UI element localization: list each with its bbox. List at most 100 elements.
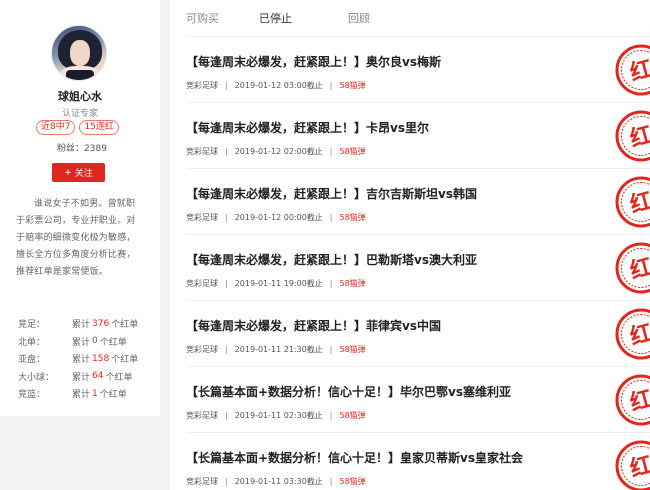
item-title[interactable]: 【长篇基本面+数据分析！信心十足！】毕尔巴鄂vs塞维利亚 (186, 383, 511, 400)
stat-label: 亚盘： (18, 355, 46, 366)
profile-name: 球姐心水 (58, 90, 102, 103)
item-title[interactable]: 【每逢周末必爆发，赶紧跟上！】奥尔良vs梅斯 (186, 53, 441, 70)
stats-list: 竞足： 累计 376 个红单 北单： 累计 0 个红单 亚盘： 累计 158 个… (18, 315, 148, 403)
item-meta: 竞彩足球 | 2019-01-11 03:30截止 | 58猫弹 (186, 477, 366, 486)
status-badge: 近8中7 (36, 120, 76, 135)
svg-text:红: 红 (627, 452, 650, 483)
stat-label: 北单： (18, 337, 46, 348)
item-price: 58猫弹 (339, 213, 366, 222)
stat-count: 0 (92, 336, 98, 347)
item-price: 58猫弹 (339, 345, 366, 354)
item-time: 2019-01-11 03:30截止 (234, 477, 323, 486)
avatar[interactable] (51, 25, 107, 81)
stat-suffix: 个红单 (99, 390, 127, 401)
item-title[interactable]: 【每逢周末必爆发，赶紧跟上！】巴勒斯塔vs澳大利亚 (186, 251, 477, 268)
stat-count: 158 (92, 353, 110, 364)
item-title[interactable]: 【每逢周末必爆发，赶紧跟上！】菲律宾vs中国 (186, 317, 441, 334)
tab-review[interactable]: 回顾 (348, 10, 370, 26)
item-time: 2019-01-11 19:00截止 (234, 279, 323, 288)
tab-available[interactable]: 可购买 (186, 10, 219, 26)
item-time: 2019-01-11 02:30截止 (234, 411, 323, 420)
badge-group: 近8中7 15连红 (36, 120, 119, 135)
svg-text:红: 红 (627, 320, 650, 351)
item-title[interactable]: 【每逢周末必爆发，赶紧跟上！】卡昂vs里尔 (186, 119, 429, 136)
bio-text: 谁说女子不如男。曾就职于彩票公司，专业并职业。对于赔率的细微变化极为敏感，擅长全… (16, 199, 136, 277)
item-price: 58猫弹 (339, 81, 366, 90)
item-price: 58猫弹 (339, 147, 366, 156)
item-meta: 竞彩足球 | 2019-01-11 19:00截止 | 58猫弹 (186, 279, 366, 288)
item-time: 2019-01-12 03:00截止 (234, 81, 323, 90)
stat-prefix: 累计 (72, 390, 91, 401)
fans-label: 粉丝： (57, 144, 85, 154)
stat-prefix: 累计 (72, 355, 91, 366)
svg-text:红: 红 (627, 188, 650, 219)
item-price: 58猫弹 (339, 411, 366, 420)
item-category: 竞彩足球 (186, 279, 218, 288)
plan-list: 【每逢周末必爆发，赶紧跟上！】奥尔良vs梅斯 竞彩足球 | 2019-01-12 … (170, 36, 650, 490)
red-stamp-icon: 红 (615, 44, 650, 96)
item-time: 2019-01-12 02:00截止 (234, 147, 323, 156)
stat-count: 376 (92, 318, 110, 329)
item-category: 竞彩足球 (186, 147, 218, 156)
item-category: 竞彩足球 (186, 477, 218, 486)
red-stamp-icon: 红 (615, 242, 650, 294)
stat-prefix: 累计 (72, 337, 91, 348)
stat-row: 北单： 累计 0 个红单 (18, 333, 148, 351)
list-item[interactable]: 【每逢周末必爆发，赶紧跟上！】菲律宾vs中国 竞彩足球 | 2019-01-11 … (186, 300, 650, 366)
item-meta: 竞彩足球 | 2019-01-12 00:00截止 | 58猫弹 (186, 213, 366, 222)
item-category: 竞彩足球 (186, 345, 218, 354)
red-stamp-icon: 红 (615, 110, 650, 162)
stat-prefix: 累计 (72, 320, 91, 331)
follow-label: 关注 (74, 169, 93, 179)
fans-number: 2389 (84, 144, 107, 154)
stat-count: 64 (92, 371, 104, 382)
list-item[interactable]: 【每逢周末必爆发，赶紧跟上！】卡昂vs里尔 竞彩足球 | 2019-01-12 0… (186, 102, 650, 168)
tab-stopped[interactable]: 已停止 (259, 10, 292, 26)
item-category: 竞彩足球 (186, 81, 218, 90)
stat-prefix: 累计 (72, 372, 91, 383)
red-stamp-icon: 红 (615, 374, 650, 426)
list-item[interactable]: 【每逢周末必爆发，赶紧跟上！】奥尔良vs梅斯 竞彩足球 | 2019-01-12 … (186, 36, 650, 102)
item-price: 58猫弹 (339, 477, 366, 486)
item-meta: 竞彩足球 | 2019-01-11 21:30截止 | 58猫弹 (186, 345, 366, 354)
list-item[interactable]: 【每逢周末必爆发，赶紧跟上！】巴勒斯塔vs澳大利亚 竞彩足球 | 2019-01-… (186, 234, 650, 300)
red-stamp-icon: 红 (615, 308, 650, 360)
red-stamp-icon: 红 (615, 176, 650, 228)
item-meta: 竞彩足球 | 2019-01-11 02:30截止 | 58猫弹 (186, 411, 366, 420)
svg-text:红: 红 (627, 56, 650, 87)
item-price: 58猫弹 (339, 279, 366, 288)
svg-text:红: 红 (627, 254, 650, 285)
profile-sidebar: 球姐心水 认证专家 近8中7 15连红 粉丝：2389 + 关注 谁说女子不如男… (0, 0, 160, 416)
item-category: 竞彩足球 (186, 213, 218, 222)
stat-row: 竞足： 累计 376 个红单 (18, 315, 148, 333)
stat-suffix: 个红单 (111, 320, 139, 331)
item-time: 2019-01-12 00:00截止 (234, 213, 323, 222)
svg-text:红: 红 (627, 386, 650, 417)
stat-label: 竞篮： (18, 390, 46, 401)
main-panel: 可购买 已停止 回顾 【每逢周末必爆发，赶紧跟上！】奥尔良vs梅斯 竞彩足球 | … (170, 0, 650, 490)
status-badge: 15连红 (79, 120, 119, 135)
item-category: 竞彩足球 (186, 411, 218, 420)
item-title[interactable]: 【每逢周末必爆发，赶紧跟上！】吉尔吉斯斯坦vs韩国 (186, 185, 477, 202)
item-title[interactable]: 【长篇基本面+数据分析！信心十足！】皇家贝蒂斯vs皇家社会 (186, 449, 523, 466)
item-time: 2019-01-11 21:30截止 (234, 345, 323, 354)
stat-count: 1 (92, 388, 98, 399)
tab-bar: 可购买 已停止 回顾 (170, 0, 650, 36)
stat-label: 大小球： (18, 372, 55, 383)
svg-text:红: 红 (627, 122, 650, 153)
item-meta: 竞彩足球 | 2019-01-12 02:00截止 | 58猫弹 (186, 147, 366, 156)
item-meta: 竞彩足球 | 2019-01-12 03:00截止 | 58猫弹 (186, 81, 366, 90)
list-item[interactable]: 【长篇基本面+数据分析！信心十足！】皇家贝蒂斯vs皇家社会 竞彩足球 | 2019… (186, 432, 650, 490)
follow-button[interactable]: + 关注 (52, 163, 105, 182)
red-stamp-icon: 红 (615, 440, 650, 490)
verify-label: 认证专家 (61, 109, 98, 119)
list-item[interactable]: 【每逢周末必爆发，赶紧跟上！】吉尔吉斯斯坦vs韩国 竞彩足球 | 2019-01-… (186, 168, 650, 234)
stat-suffix: 个红单 (105, 372, 133, 383)
stat-suffix: 个红单 (99, 337, 127, 348)
stat-suffix: 个红单 (111, 355, 139, 366)
fans-count: 粉丝：2389 (57, 141, 107, 154)
list-item[interactable]: 【长篇基本面+数据分析！信心十足！】毕尔巴鄂vs塞维利亚 竞彩足球 | 2019-… (186, 366, 650, 432)
stat-row: 亚盘： 累计 158 个红单 (18, 350, 148, 368)
plus-icon: + (64, 167, 72, 178)
stat-row: 大小球： 累计 64 个红单 (18, 368, 148, 386)
